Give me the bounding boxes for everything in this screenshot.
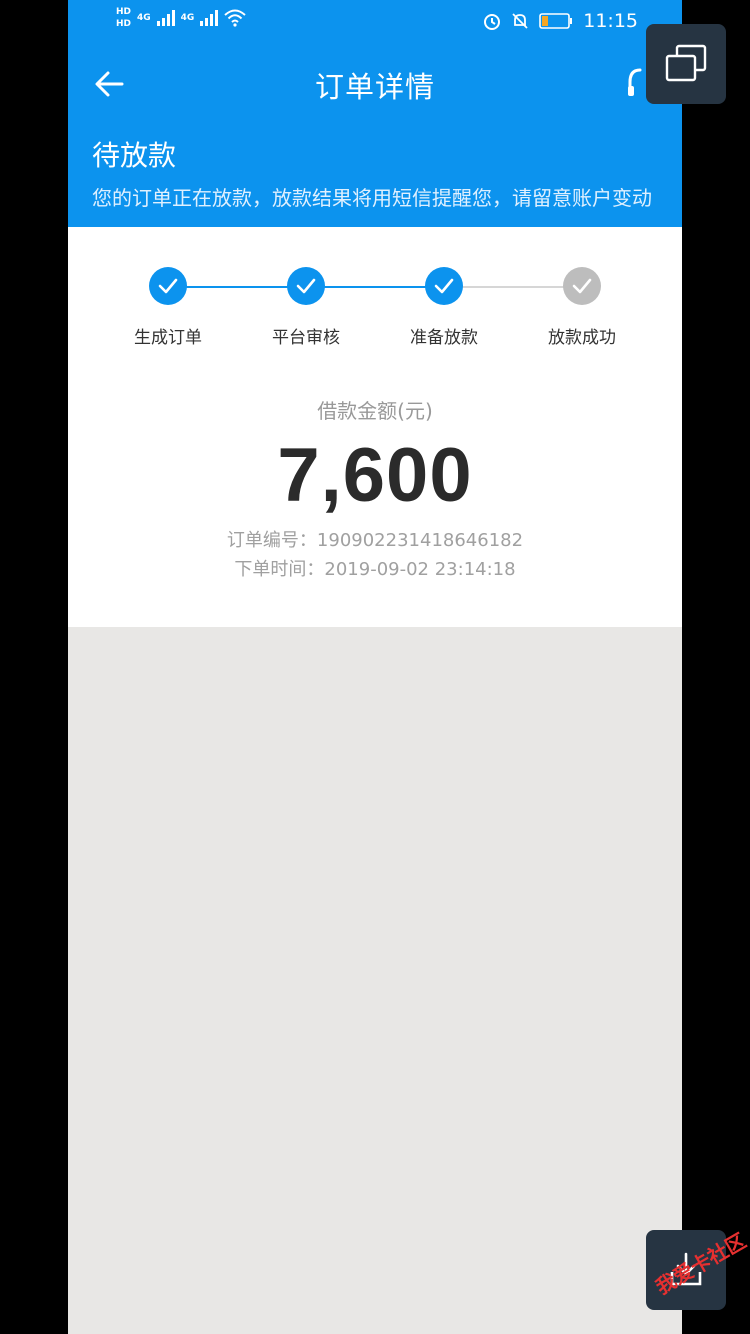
step-3: 准备放款	[374, 267, 514, 348]
phone-screen: HD HD 4G 4G 11:15 订单详情 待放款 您的订单正在放款，放款结果…	[68, 0, 682, 1334]
hd-indicator: HD HD	[116, 7, 132, 29]
order-card: 生成订单 平台审核 准备放款 放款成功 借款金额(元) 7,600 订单编号：1…	[68, 227, 682, 627]
order-status-description: 您的订单正在放款，放款结果将用短信提醒您，请留意账户变动	[92, 186, 652, 210]
battery-icon	[539, 13, 573, 29]
step-1: 生成订单	[98, 267, 238, 348]
order-number: 订单编号：190902231418646182	[226, 530, 524, 551]
step-2: 平台审核	[236, 267, 376, 348]
nav-bar: 订单详情	[68, 50, 682, 116]
mute-bell-icon	[512, 13, 528, 29]
step-label: 平台审核	[272, 328, 340, 348]
clock: 11:15	[583, 10, 638, 32]
page-title: 订单详情	[314, 70, 435, 104]
network-type: 4G	[137, 13, 151, 23]
status-bar: HD HD 4G 4G 11:15	[68, 0, 682, 46]
order-status-title: 待放款	[92, 139, 177, 172]
step-4: 放款成功	[512, 267, 652, 348]
network-type-2: 4G	[180, 13, 195, 23]
loan-amount: 7,600	[277, 433, 473, 518]
check-icon	[425, 267, 463, 305]
check-icon	[149, 267, 187, 305]
check-icon	[287, 267, 325, 305]
signal-group: HD HD 4G 4G	[116, 6, 246, 30]
alarm-icon	[484, 14, 501, 30]
step-label: 放款成功	[548, 328, 616, 348]
loan-amount-label: 借款金额(元)	[317, 399, 433, 423]
signal-icon	[156, 10, 175, 26]
overlap-windows-icon	[665, 44, 707, 82]
order-time: 下单时间：2019-09-02 23:14:18	[234, 559, 516, 580]
check-icon	[563, 267, 601, 305]
window-switch-button[interactable]	[646, 24, 726, 104]
step-label: 准备放款	[410, 328, 478, 348]
step-label: 生成订单	[134, 328, 202, 348]
wifi-icon	[224, 9, 246, 27]
progress-steps: 生成订单 平台审核 准备放款 放款成功	[68, 267, 682, 357]
signal-icon-2	[200, 10, 219, 26]
status-right: 11:15	[483, 10, 638, 32]
